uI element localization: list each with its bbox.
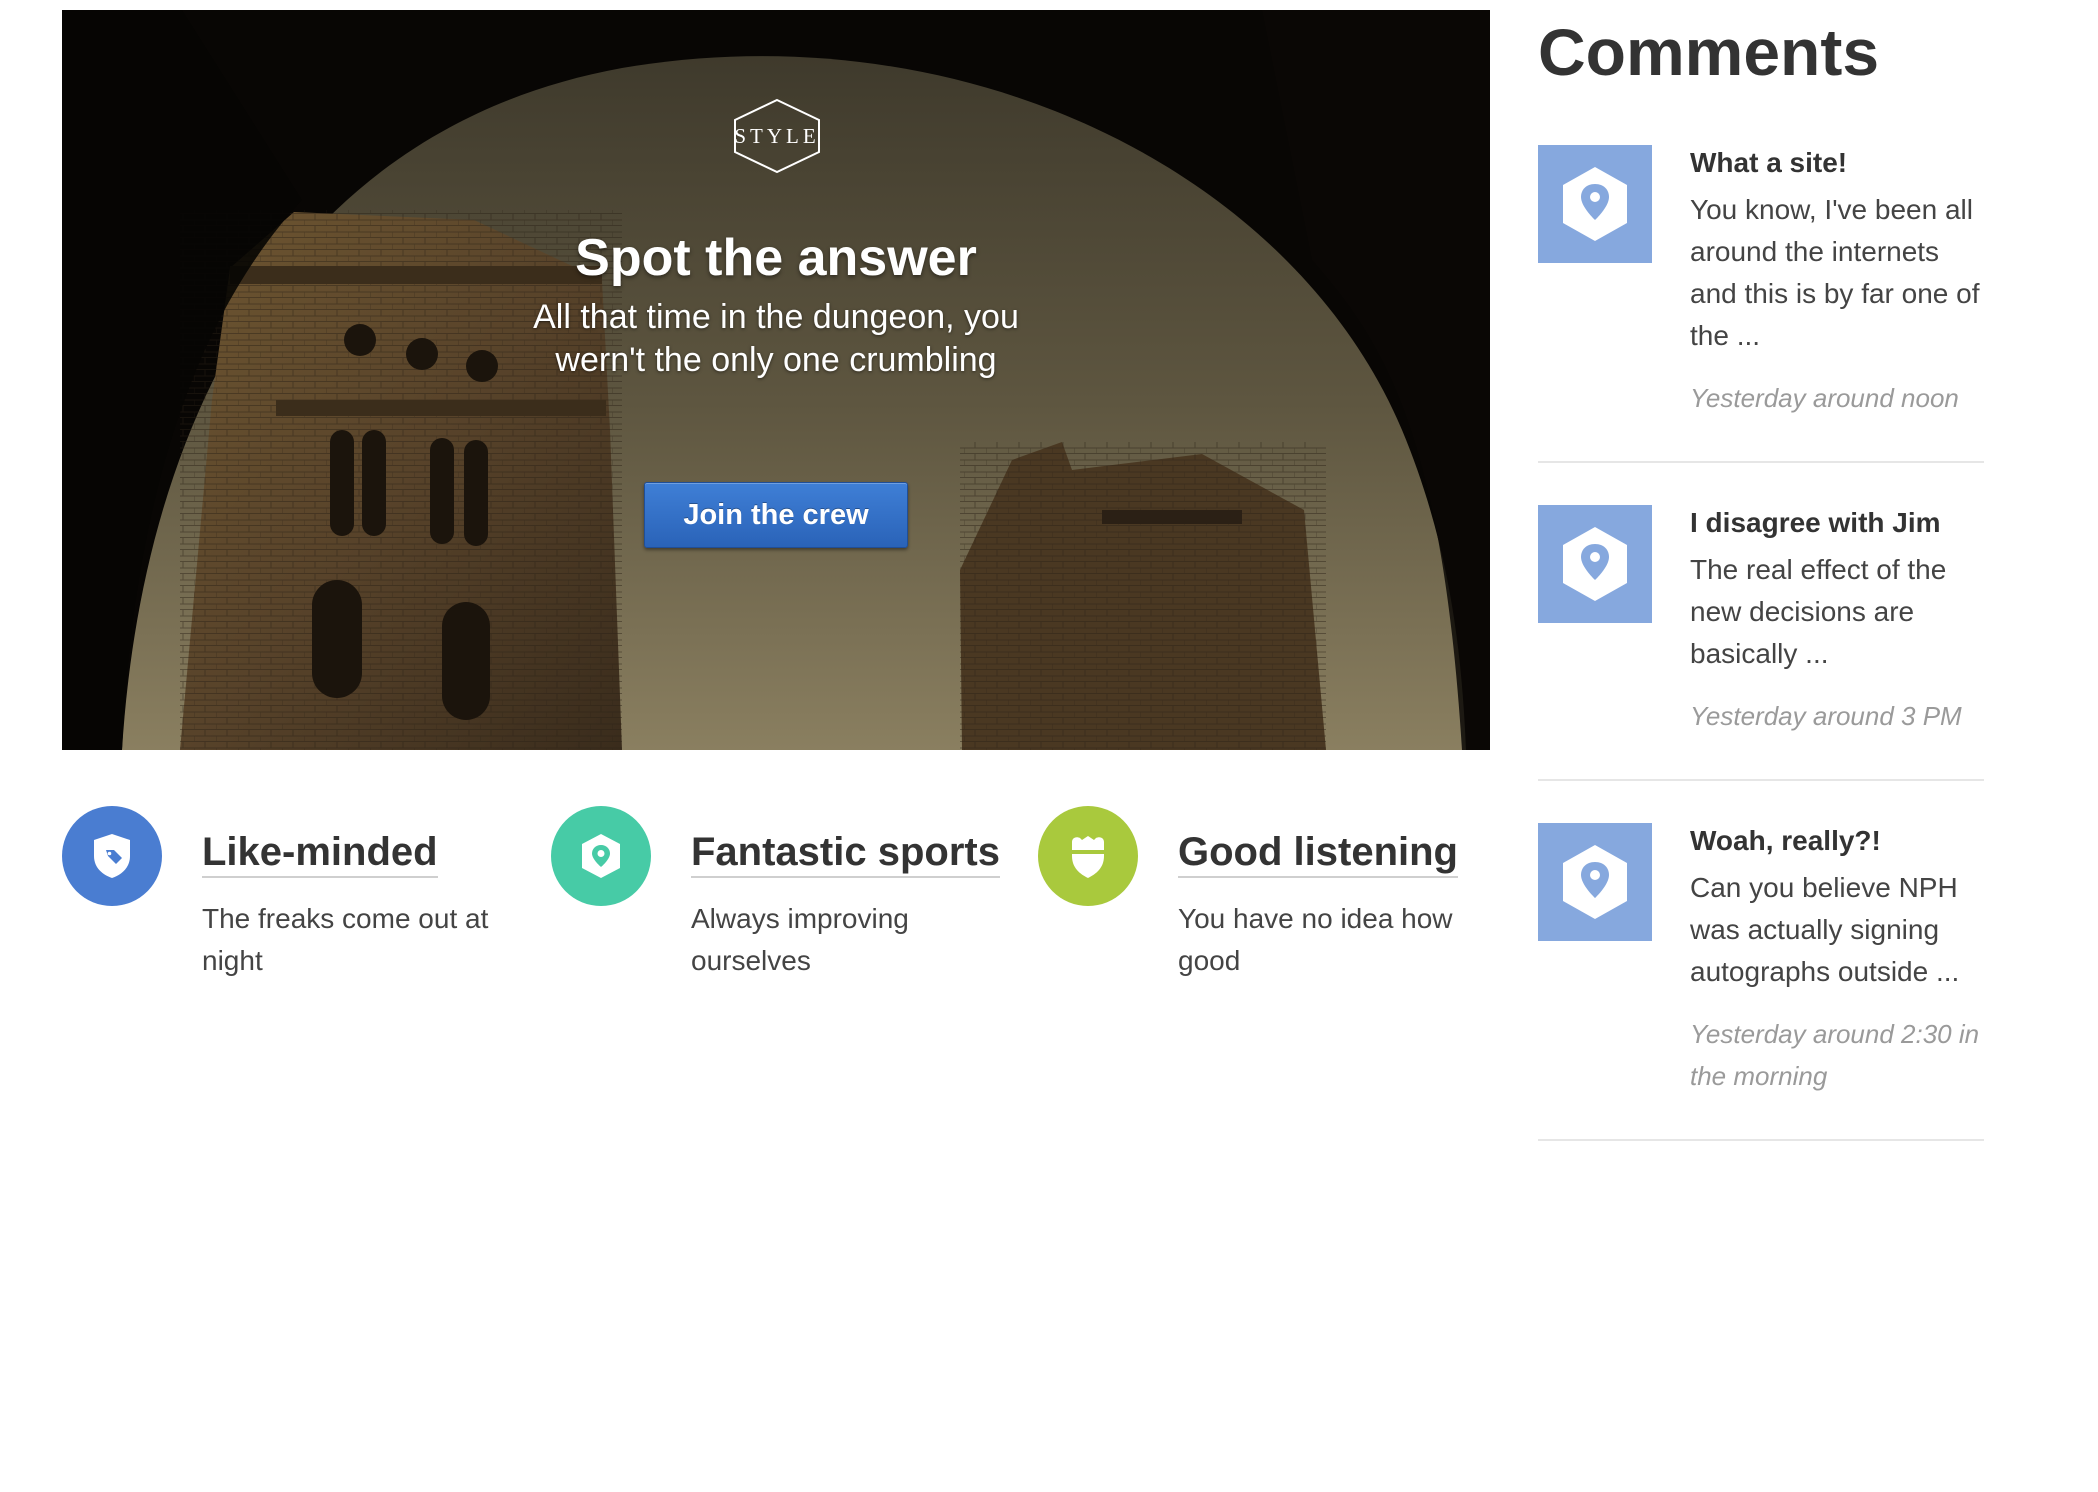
feature-fantastic-sports: Fantastic sports Always improving oursel… bbox=[551, 806, 1011, 996]
feature-text: The freaks come out at night bbox=[202, 903, 489, 976]
feature-good-listening: Good listening You have no idea how good bbox=[1038, 806, 1498, 996]
avatar bbox=[1538, 823, 1652, 941]
comment-item: Woah, really?! Can you believe NPH was a… bbox=[1538, 823, 1984, 1141]
comment-timestamp: Yesterday around noon bbox=[1690, 383, 1959, 413]
comment-body: The real effect of the new decisions are… bbox=[1690, 554, 1947, 669]
hero-title: Spot the answer bbox=[575, 229, 977, 287]
feature-icon-circle bbox=[551, 806, 651, 906]
logo-text: STYLE bbox=[734, 124, 820, 148]
hero-banner: STYLE Spot the answer All that time in t… bbox=[62, 10, 1490, 750]
comment-item: What a site! You know, I've been all aro… bbox=[1538, 145, 1984, 463]
hero-subtitle: All that time in the dungeon, you wern't… bbox=[533, 298, 1019, 379]
comment-body: You know, I've been all around the inter… bbox=[1690, 194, 1980, 351]
feature-like-minded: Like-minded The freaks come out at night bbox=[62, 806, 522, 996]
comment-timestamp: Yesterday around 3 PM bbox=[1690, 701, 1962, 731]
map-pin-icon bbox=[1563, 527, 1627, 601]
style-logo: STYLE bbox=[733, 98, 821, 174]
feature-icon-circle bbox=[1038, 806, 1138, 906]
feature-text: Always improving ourselves bbox=[691, 903, 909, 976]
badge-icon bbox=[1072, 836, 1104, 878]
map-pin-icon bbox=[1563, 167, 1627, 241]
avatar bbox=[1538, 505, 1652, 623]
feature-title[interactable]: Fantastic sports bbox=[691, 830, 1000, 878]
avatar bbox=[1538, 145, 1652, 263]
feature-title[interactable]: Good listening bbox=[1178, 830, 1458, 878]
shield-tag-icon bbox=[94, 834, 130, 878]
feature-text: You have no idea how good bbox=[1178, 903, 1453, 976]
comment-title[interactable]: I disagree with Jim bbox=[1690, 505, 1990, 541]
comment-title[interactable]: Woah, really?! bbox=[1690, 823, 1990, 859]
comment-item: I disagree with Jim The real effect of t… bbox=[1538, 505, 1984, 781]
comments-heading: Comments bbox=[1538, 15, 1880, 89]
feature-icon-circle bbox=[62, 806, 162, 906]
map-pin-icon bbox=[1563, 845, 1627, 919]
map-pin-icon bbox=[582, 834, 620, 878]
comment-timestamp: Yesterday around 2:30 in the morning bbox=[1690, 1019, 1980, 1091]
comment-title[interactable]: What a site! bbox=[1690, 145, 1990, 181]
join-the-crew-button[interactable]: Join the crew bbox=[644, 482, 908, 548]
feature-title[interactable]: Like-minded bbox=[202, 830, 438, 878]
comment-body: Can you believe NPH was actually signing… bbox=[1690, 872, 1960, 987]
